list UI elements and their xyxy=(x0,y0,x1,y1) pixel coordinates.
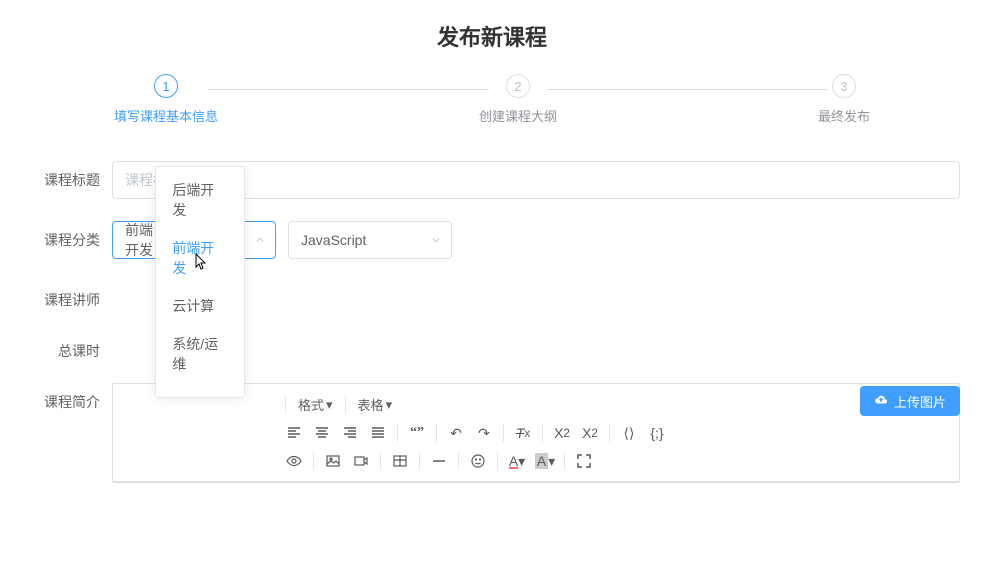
separator xyxy=(397,424,398,442)
superscript-icon[interactable]: X2 xyxy=(579,422,601,444)
separator xyxy=(458,452,459,470)
separator xyxy=(419,452,420,470)
video-icon[interactable] xyxy=(350,450,372,472)
image-icon[interactable] xyxy=(322,450,344,472)
align-left-icon[interactable] xyxy=(283,422,305,444)
table-select[interactable]: 表格 ▾ xyxy=(354,393,397,416)
subcategory-value: JavaScript xyxy=(301,232,366,248)
category-dropdown: 后端开发 前端开发 云计算 系统/运维 数据库 大数据 人工智能 xyxy=(155,166,245,398)
caret-down-icon: ▾ xyxy=(386,397,393,413)
separator xyxy=(436,424,437,442)
cloud-upload-icon xyxy=(874,393,888,410)
redo-icon[interactable]: ↷ xyxy=(473,422,495,444)
chevron-down-icon xyxy=(255,232,265,248)
separator xyxy=(542,424,543,442)
separator xyxy=(380,452,381,470)
caret-down-icon: ▾ xyxy=(326,397,333,413)
step-1-label: 填写课程基本信息 xyxy=(114,106,218,125)
separator xyxy=(497,452,498,470)
steps: 1 填写课程基本信息 2 创建课程大纲 3 最终发布 xyxy=(114,74,870,125)
preview-icon[interactable] xyxy=(283,450,305,472)
separator xyxy=(609,424,610,442)
step-1-number: 1 xyxy=(154,74,178,98)
dropdown-item-cloud[interactable]: 云计算 xyxy=(156,287,244,325)
step-3-number: 3 xyxy=(832,74,856,98)
bg-color-icon[interactable]: A ▾ xyxy=(534,450,556,472)
upload-image-button[interactable]: 上传图片 xyxy=(860,386,960,416)
subcategory-select[interactable]: JavaScript xyxy=(288,221,452,259)
align-justify-icon[interactable] xyxy=(367,422,389,444)
upload-label: 上传图片 xyxy=(894,392,946,411)
step-3: 3 最终发布 xyxy=(818,74,870,125)
page-title: 发布新课程 xyxy=(24,20,960,52)
separator xyxy=(313,452,314,470)
fullscreen-icon[interactable] xyxy=(573,450,595,472)
separator xyxy=(564,452,565,470)
separator xyxy=(503,424,504,442)
step-2: 2 创建课程大纲 xyxy=(479,74,557,125)
dropdown-item-database[interactable]: 数据库 xyxy=(156,383,244,395)
align-right-icon[interactable] xyxy=(339,422,361,444)
step-line xyxy=(208,89,489,90)
editor-toolbar: 格式 ▾ 表格 ▾ xyxy=(113,384,959,482)
label-teacher: 课程讲师 xyxy=(24,281,100,310)
font-color-icon[interactable]: A ▾ xyxy=(506,450,528,472)
step-3-label: 最终发布 xyxy=(818,106,870,125)
dropdown-item-sysops[interactable]: 系统/运维 xyxy=(156,325,244,383)
chevron-down-icon xyxy=(431,232,441,248)
subscript-icon[interactable]: X2 xyxy=(551,422,573,444)
dropdown-item-backend[interactable]: 后端开发 xyxy=(156,171,244,229)
step-line xyxy=(547,89,828,90)
quote-icon[interactable]: “” xyxy=(406,422,428,444)
separator xyxy=(345,396,346,414)
label-title: 课程标题 xyxy=(24,161,100,190)
align-center-icon[interactable] xyxy=(311,422,333,444)
separator xyxy=(285,396,286,414)
rich-editor: 格式 ▾ 表格 ▾ xyxy=(112,383,960,483)
hr-icon[interactable] xyxy=(428,450,450,472)
label-hours: 总课时 xyxy=(24,332,100,361)
category-select[interactable]: 前端开发 后端开发 前端开发 云计算 系统/运维 数据库 xyxy=(112,221,276,259)
label-intro: 课程简介 xyxy=(24,383,100,412)
step-2-number: 2 xyxy=(506,74,530,98)
step-2-label: 创建课程大纲 xyxy=(479,106,557,125)
codeblock-icon[interactable]: {;} xyxy=(646,422,668,444)
label-category: 课程分类 xyxy=(24,221,100,250)
clear-format-icon[interactable]: Tx xyxy=(512,422,534,444)
emoji-icon[interactable] xyxy=(467,450,489,472)
step-1: 1 填写课程基本信息 xyxy=(114,74,218,125)
insert-table-icon[interactable] xyxy=(389,450,411,472)
code-icon[interactable]: ⟨⟩ xyxy=(618,422,640,444)
undo-icon[interactable]: ↶ xyxy=(445,422,467,444)
category-value: 前端开发 xyxy=(125,220,155,260)
format-select[interactable]: 格式 ▾ xyxy=(294,393,337,416)
dropdown-item-frontend[interactable]: 前端开发 xyxy=(156,229,244,287)
